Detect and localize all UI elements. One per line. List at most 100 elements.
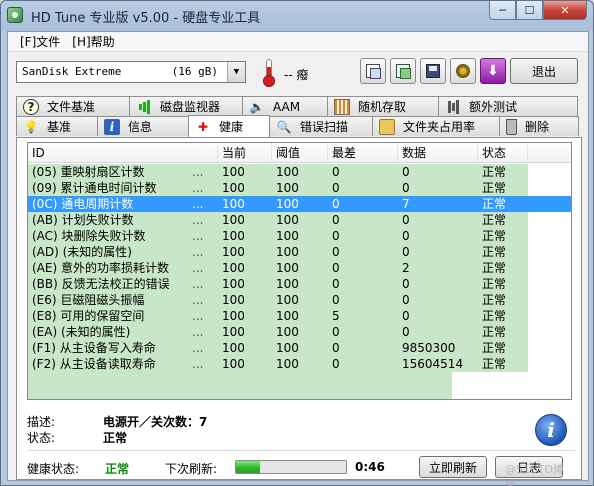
download-icon: ⬇ [487, 63, 499, 79]
attribute-name: (AB) 计划失败计数 [32, 213, 134, 227]
cell-filler [528, 180, 571, 196]
cell-filler [528, 164, 571, 180]
table-row[interactable]: (BB) 反馈无法校正的错误... 100 100 0 0 正常 [28, 276, 571, 292]
info-icon-large: i [535, 414, 567, 446]
cell-id: (0C) 通电周期计数... [28, 196, 218, 212]
table-row[interactable]: (AB) 计划失败计数... 100 100 0 0 正常 [28, 212, 571, 228]
tab-label: 错误扫描 [300, 120, 349, 134]
tab-error-scan[interactable]: 🔍 错误扫描 [269, 116, 373, 136]
table-row[interactable]: (F1) 从主设备写入寿命... 100 100 0 9850300 正常 [28, 340, 571, 356]
attribute-name: (EA) (未知的属性) [32, 325, 131, 339]
window-controls: ─ ☐ ✕ [489, 1, 587, 20]
tab-info[interactable]: i 信息 [97, 116, 189, 136]
cell-current: 100 [218, 228, 272, 244]
column-header-data[interactable]: 数据 [398, 143, 478, 163]
extra-tests-icon [445, 99, 461, 115]
cell-id: (E6) 巨磁阻磁头振幅... [28, 292, 218, 308]
copy-screenshot-button[interactable] [390, 58, 416, 84]
save-button[interactable] [420, 58, 446, 84]
table-row[interactable]: (EA) (未知的属性)... 100 100 0 0 正常 [28, 324, 571, 340]
client-area: [F]文件 [H]帮助 SanDisk Extreme (16 gB) ▼ --… [7, 31, 589, 486]
cell-id: (AC) 块删除失败计数... [28, 228, 218, 244]
cell-status: 正常 [478, 324, 528, 340]
ellipsis: ... [192, 357, 204, 371]
cell-worst: 0 [328, 244, 398, 260]
cell-data: 9850300 [398, 340, 478, 356]
ellipsis: ... [192, 309, 204, 323]
tab-erase[interactable]: 删除 [499, 116, 579, 136]
column-header-worst[interactable]: 最差 [328, 143, 398, 163]
exit-button[interactable]: 退出 [510, 58, 578, 84]
table-row[interactable]: (05) 重映射扇区计数... 100 100 0 0 正常 [28, 164, 571, 180]
cell-threshold: 100 [272, 196, 328, 212]
tab-extra-tests[interactable]: 额外测试 [438, 96, 578, 116]
maximize-button[interactable]: ☐ [516, 1, 543, 20]
table-row[interactable]: (09) 累计通电时间计数... 100 100 0 0 正常 [28, 180, 571, 196]
table-row[interactable]: (AE) 意外的功率损耗计数... 100 100 0 2 正常 [28, 260, 571, 276]
cell-threshold: 100 [272, 228, 328, 244]
next-refresh-label: 下次刷新: [165, 462, 218, 476]
column-header-threshold[interactable]: 阈值 [272, 143, 328, 163]
attribute-name: (AE) 意外的功率损耗计数 [32, 261, 169, 275]
cell-filler [528, 340, 571, 356]
download-button[interactable]: ⬇ [480, 58, 506, 84]
cell-id: (F1) 从主设备写入寿命... [28, 340, 218, 356]
minimize-button[interactable]: ─ [489, 1, 516, 20]
column-header-status[interactable]: 状态 [478, 143, 528, 163]
table-row[interactable]: (E8) 可用的保留空间... 100 100 5 0 正常 [28, 308, 571, 324]
column-header-id[interactable]: ID [28, 143, 218, 163]
cell-id: (BB) 反馈无法校正的错误... [28, 276, 218, 292]
list-header: ID 当前 阈值 最差 数据 状态 [28, 143, 571, 163]
cell-status: 正常 [478, 212, 528, 228]
temperature-readout: -- 癈 [284, 68, 309, 82]
chevron-down-icon[interactable]: ▼ [227, 62, 245, 82]
cell-data: 7 [398, 196, 478, 212]
tab-random-access[interactable]: 随机存取 [327, 96, 439, 116]
cell-filler [528, 244, 571, 260]
tab-file-benchmark[interactable]: ? 文件基准 [16, 96, 130, 116]
cell-id: (E8) 可用的保留空间... [28, 308, 218, 324]
cell-id: (AB) 计划失败计数... [28, 212, 218, 228]
table-row[interactable]: (AC) 块删除失败计数... 100 100 0 0 正常 [28, 228, 571, 244]
drive-select[interactable]: SanDisk Extreme (16 gB) ▼ [16, 61, 246, 83]
menu-help[interactable]: [H]帮助 [66, 33, 120, 50]
tab-aam[interactable]: 🔈 AAM [242, 96, 328, 116]
column-header-current[interactable]: 当前 [218, 143, 272, 163]
table-row[interactable]: (E6) 巨磁阻磁头振幅... 100 100 0 0 正常 [28, 292, 571, 308]
save-icon [426, 64, 440, 78]
tab-disk-monitor[interactable]: 磁盘监视器 [129, 96, 243, 116]
ellipsis: ... [192, 277, 204, 291]
cell-current: 100 [218, 276, 272, 292]
cell-id: (AE) 意外的功率损耗计数... [28, 260, 218, 276]
title-bar[interactable]: HD Tune 专业版 v5.00 - 硬盘专业工具 ─ ☐ ✕ [1, 1, 593, 29]
cell-threshold: 100 [272, 164, 328, 180]
smart-attribute-list[interactable]: ID 当前 阈值 最差 数据 状态 (05) 重映射扇区计数... 100 100 0… [27, 142, 572, 400]
close-button[interactable]: ✕ [543, 1, 587, 20]
column-header-filler [528, 143, 571, 163]
tab-row-top: ? 文件基准 磁盘监视器 🔈 AAM 随机存取 额外测试 [16, 96, 578, 116]
refresh-progress-bar [235, 460, 347, 474]
ellipsis: ... [192, 165, 204, 179]
tab-folder-usage[interactable]: 文件夹占用率 [372, 116, 500, 136]
ellipsis: ... [192, 341, 204, 355]
attribute-name: (F2) 从主设备读取寿命 [32, 357, 156, 371]
table-row[interactable]: (F2) 从主设备读取寿命... 100 100 0 15604514 正常 [28, 356, 571, 372]
cell-filler [528, 228, 571, 244]
cell-data: 0 [398, 212, 478, 228]
cell-status: 正常 [478, 180, 528, 196]
refresh-now-button[interactable]: 立即刷新 [419, 456, 487, 478]
cell-current: 100 [218, 212, 272, 228]
options-icon [456, 64, 470, 78]
table-row[interactable]: (AD) (未知的属性)... 100 100 0 0 正常 [28, 244, 571, 260]
tab-health[interactable]: ✚ 健康 [188, 115, 270, 137]
tab-label: 信息 [128, 120, 153, 134]
table-row[interactable]: (0C) 通电周期计数... 100 100 0 7 正常 [28, 196, 571, 212]
tab-benchmark[interactable]: 💡 基准 [16, 116, 98, 136]
folder-usage-icon [379, 118, 395, 135]
ellipsis: ... [192, 325, 204, 339]
thermometer-icon [260, 59, 278, 87]
menu-file[interactable]: [F]文件 [14, 33, 66, 50]
copy-info-button[interactable] [360, 58, 386, 84]
options-button[interactable] [450, 58, 476, 84]
cell-id: (05) 重映射扇区计数... [28, 164, 218, 180]
